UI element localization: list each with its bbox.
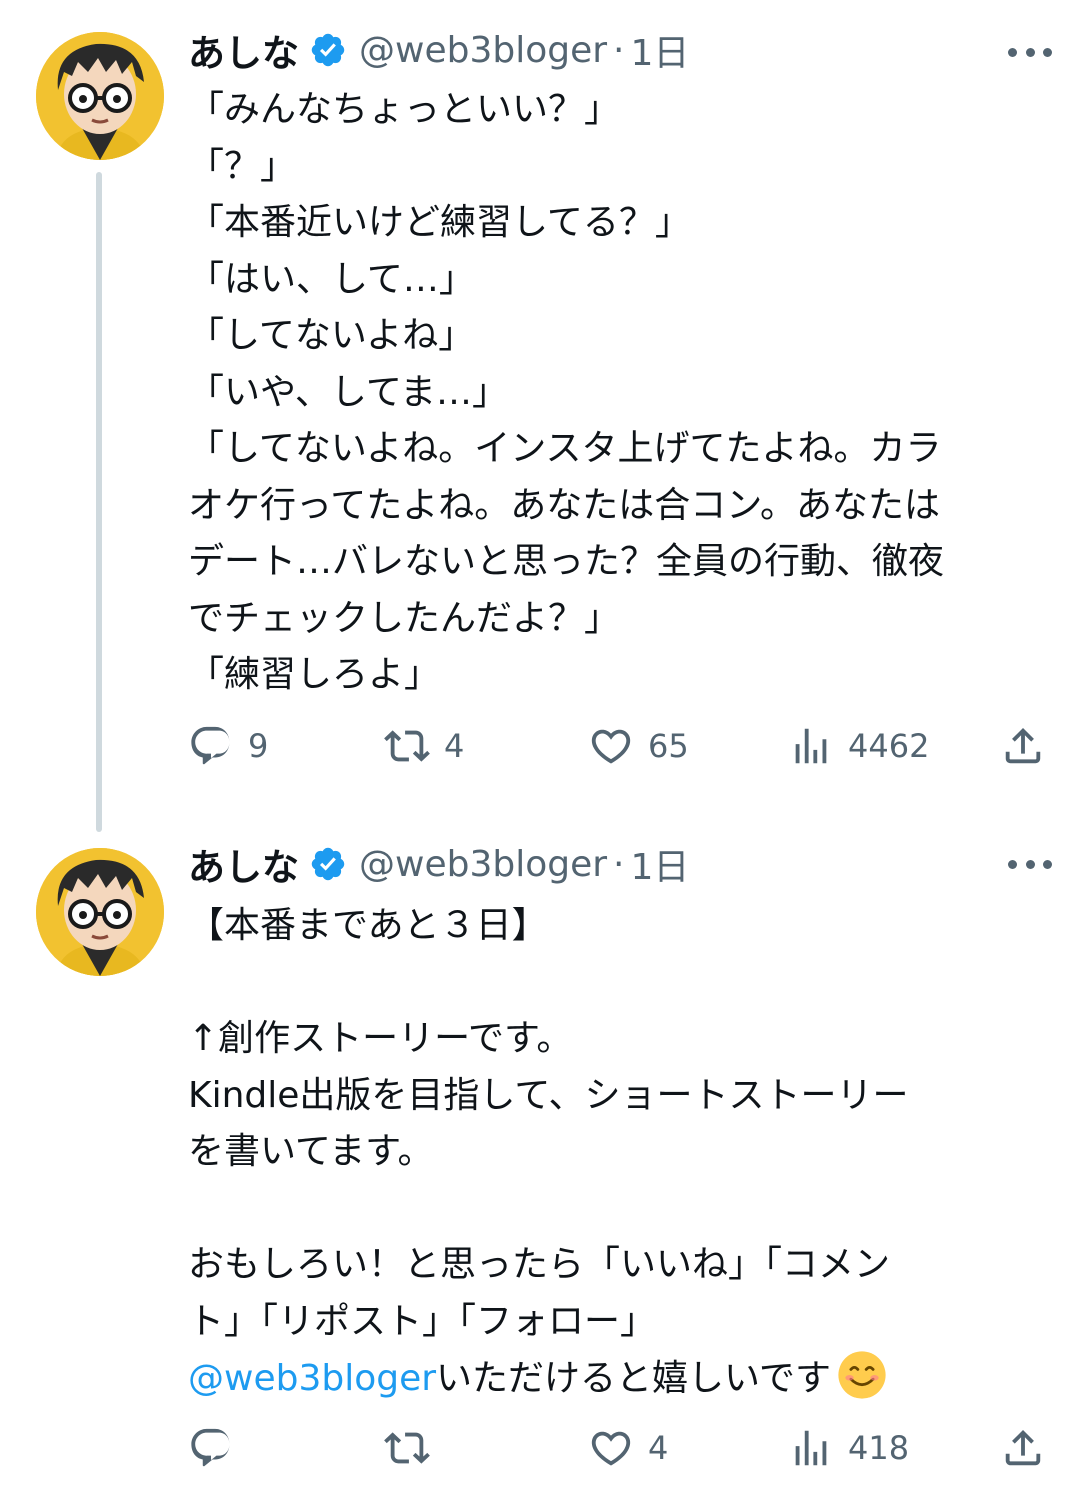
text-line: 「いや、してま…」 xyxy=(188,371,509,413)
like-count: 4 xyxy=(648,1429,669,1467)
like-button[interactable]: 65 xyxy=(588,716,689,776)
author-name[interactable]: あしな xyxy=(188,23,299,77)
text-line: 「本番近いけど練習してる？」 xyxy=(188,202,691,243)
share-icon xyxy=(1005,727,1041,764)
timestamp[interactable]: 1日 xyxy=(630,24,689,76)
repost-button[interactable]: 4 xyxy=(384,716,464,776)
views-count: 4462 xyxy=(848,727,930,765)
repost-icon xyxy=(384,1432,430,1464)
avatar[interactable] xyxy=(36,32,164,160)
tweet-text: 「みんなちょっといい？」 「？」 「本番近いけど練習してる？」 「はい、して…」… xyxy=(188,82,1058,704)
smiling-face-emoji-icon xyxy=(838,1351,886,1399)
share-icon xyxy=(1005,1429,1041,1466)
views-icon xyxy=(795,1430,827,1466)
separator-dot: · xyxy=(613,843,625,885)
text-line: Kindle出版を目指して、ショートストーリー xyxy=(188,1074,909,1116)
reply-icon xyxy=(191,1428,230,1467)
mention-suffix: いただけると嬉しいです xyxy=(436,1358,831,1399)
thread-connector xyxy=(96,172,102,832)
author-handle[interactable]: @web3bloger xyxy=(359,30,607,71)
reply-button[interactable] xyxy=(188,1418,248,1478)
separator-dot: · xyxy=(613,29,625,71)
text-line: ↑創作ストーリーです。 xyxy=(188,1018,573,1059)
more-options-icon[interactable] xyxy=(1008,854,1052,874)
like-icon xyxy=(591,729,631,764)
action-bar: 4 418 xyxy=(188,1418,1058,1478)
views-icon xyxy=(795,728,827,764)
timestamp[interactable]: 1日 xyxy=(630,838,689,890)
repost-icon xyxy=(384,730,430,762)
reply-icon xyxy=(191,726,230,765)
more-options-icon[interactable] xyxy=(1008,42,1052,62)
author-name[interactable]: あしな xyxy=(188,837,299,891)
share-button[interactable] xyxy=(1000,716,1046,776)
text-line: 「してないよね。インスタ上げてたよね。カラ xyxy=(188,428,942,469)
text-line: おもしろい！と思ったら「いいね」「コメン xyxy=(188,1244,891,1285)
repost-button[interactable] xyxy=(384,1418,444,1478)
mention-link[interactable]: @web3bloger xyxy=(188,1358,436,1399)
views-button[interactable]: 418 xyxy=(788,1418,909,1478)
text-line: でチェックしたんだよ？」 xyxy=(188,597,621,639)
author-handle[interactable]: @web3bloger xyxy=(359,844,607,885)
text-line: 「してないよね」 xyxy=(188,315,475,356)
text-line: 「？」 xyxy=(188,145,297,187)
reply-count: 9 xyxy=(248,727,269,765)
tweet-text: 【本番まであと３日】 ↑創作ストーリーです。 Kindle出版を目指して、ショー… xyxy=(188,898,1058,1407)
tweet[interactable]: あしな @web3bloger · 1日 「みんなちょっといい？」 「？」 「本… xyxy=(0,0,1090,832)
action-bar: 9 4 65 4462 xyxy=(188,716,1058,776)
views-count: 418 xyxy=(848,1429,910,1467)
text-line: 「練習しろよ」 xyxy=(188,654,441,695)
text-line: を書いてます。 xyxy=(188,1131,434,1172)
repost-count: 4 xyxy=(444,727,465,765)
text-line: 【本番まであと３日】 xyxy=(188,905,548,946)
text-line: 「みんなちょっといい？」 xyxy=(188,89,621,130)
like-icon xyxy=(591,1431,631,1466)
tweet-header: あしな @web3bloger · 1日 xyxy=(188,23,689,77)
text-line-mention: @web3blogerいただけると嬉しいです xyxy=(188,1350,1058,1407)
tweet-header: あしな @web3bloger · 1日 xyxy=(188,837,689,891)
text-line: 「はい、して…」 xyxy=(188,258,475,300)
text-line: デート…バレないと思った？全員の行動、徹夜 xyxy=(188,541,945,582)
share-button[interactable] xyxy=(1000,1418,1046,1478)
verified-badge-icon xyxy=(311,33,345,67)
text-line: オケ行ってたよね。あなたは合コン。あなたは xyxy=(188,484,941,526)
verified-badge-icon xyxy=(311,847,345,881)
views-button[interactable]: 4462 xyxy=(788,716,929,776)
text-line: ト」「リポスト」「フォロー」 xyxy=(188,1300,657,1342)
like-count: 65 xyxy=(648,727,689,765)
like-button[interactable]: 4 xyxy=(588,1418,668,1478)
tweet[interactable]: あしな @web3bloger · 1日 【本番まであと３日】 ↑創作ストーリー… xyxy=(0,820,1090,1505)
avatar[interactable] xyxy=(36,848,164,976)
reply-button[interactable]: 9 xyxy=(188,716,268,776)
